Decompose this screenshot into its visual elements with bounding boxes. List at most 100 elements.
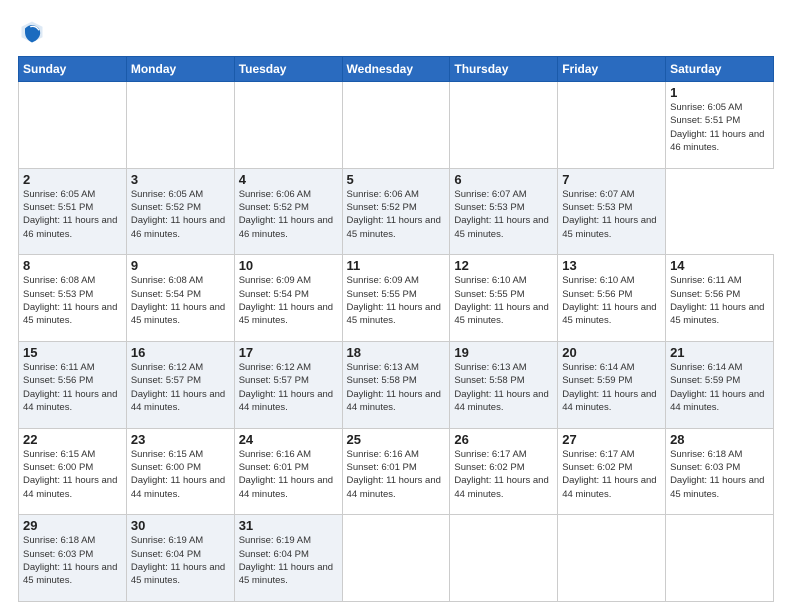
calendar-cell: 13Sunrise: 6:10 AMSunset: 5:56 PMDayligh… [558,255,666,342]
day-number: 7 [562,172,661,187]
calendar-cell: 31Sunrise: 6:19 AMSunset: 6:04 PMDayligh… [234,515,342,602]
day-header-wednesday: Wednesday [342,57,450,82]
day-info: Sunrise: 6:10 AMSunset: 5:56 PMDaylight:… [562,274,661,327]
calendar-week-2: 2Sunrise: 6:05 AMSunset: 5:51 PMDaylight… [19,168,774,255]
calendar-cell: 19Sunrise: 6:13 AMSunset: 5:58 PMDayligh… [450,341,558,428]
day-number: 9 [131,258,230,273]
day-number: 15 [23,345,122,360]
calendar-table: SundayMondayTuesdayWednesdayThursdayFrid… [18,56,774,602]
day-number: 6 [454,172,553,187]
calendar-cell: 14Sunrise: 6:11 AMSunset: 5:56 PMDayligh… [666,255,774,342]
day-number: 1 [670,85,769,100]
day-number: 26 [454,432,553,447]
calendar-cell: 1Sunrise: 6:05 AMSunset: 5:51 PMDaylight… [666,82,774,169]
day-number: 17 [239,345,338,360]
calendar-cell: 3Sunrise: 6:05 AMSunset: 5:52 PMDaylight… [126,168,234,255]
calendar-cell: 2Sunrise: 6:05 AMSunset: 5:51 PMDaylight… [19,168,127,255]
day-number: 12 [454,258,553,273]
calendar-cell [666,515,774,602]
calendar-cell: 10Sunrise: 6:09 AMSunset: 5:54 PMDayligh… [234,255,342,342]
calendar-cell [450,515,558,602]
calendar-cell: 22Sunrise: 6:15 AMSunset: 6:00 PMDayligh… [19,428,127,515]
day-info: Sunrise: 6:17 AMSunset: 6:02 PMDaylight:… [562,448,661,501]
day-info: Sunrise: 6:18 AMSunset: 6:03 PMDaylight:… [670,448,769,501]
day-info: Sunrise: 6:15 AMSunset: 6:00 PMDaylight:… [131,448,230,501]
calendar-cell: 15Sunrise: 6:11 AMSunset: 5:56 PMDayligh… [19,341,127,428]
day-number: 27 [562,432,661,447]
calendar-cell: 5Sunrise: 6:06 AMSunset: 5:52 PMDaylight… [342,168,450,255]
calendar-cell: 6Sunrise: 6:07 AMSunset: 5:53 PMDaylight… [450,168,558,255]
calendar-cell: 11Sunrise: 6:09 AMSunset: 5:55 PMDayligh… [342,255,450,342]
calendar-cell: 29Sunrise: 6:18 AMSunset: 6:03 PMDayligh… [19,515,127,602]
day-number: 23 [131,432,230,447]
day-info: Sunrise: 6:09 AMSunset: 5:54 PMDaylight:… [239,274,338,327]
calendar-cell: 26Sunrise: 6:17 AMSunset: 6:02 PMDayligh… [450,428,558,515]
day-info: Sunrise: 6:07 AMSunset: 5:53 PMDaylight:… [454,188,553,241]
calendar-cell: 25Sunrise: 6:16 AMSunset: 6:01 PMDayligh… [342,428,450,515]
calendar-cell: 4Sunrise: 6:06 AMSunset: 5:52 PMDaylight… [234,168,342,255]
day-info: Sunrise: 6:05 AMSunset: 5:51 PMDaylight:… [670,101,769,154]
day-number: 13 [562,258,661,273]
day-header-monday: Monday [126,57,234,82]
day-number: 30 [131,518,230,533]
page: SundayMondayTuesdayWednesdayThursdayFrid… [0,0,792,612]
calendar-cell: 28Sunrise: 6:18 AMSunset: 6:03 PMDayligh… [666,428,774,515]
day-info: Sunrise: 6:16 AMSunset: 6:01 PMDaylight:… [347,448,446,501]
day-number: 29 [23,518,122,533]
day-info: Sunrise: 6:15 AMSunset: 6:00 PMDaylight:… [23,448,122,501]
calendar-cell: 16Sunrise: 6:12 AMSunset: 5:57 PMDayligh… [126,341,234,428]
day-header-friday: Friday [558,57,666,82]
day-info: Sunrise: 6:16 AMSunset: 6:01 PMDaylight:… [239,448,338,501]
day-number: 19 [454,345,553,360]
day-number: 25 [347,432,446,447]
day-header-tuesday: Tuesday [234,57,342,82]
logo-icon [18,18,46,46]
calendar-cell: 30Sunrise: 6:19 AMSunset: 6:04 PMDayligh… [126,515,234,602]
day-number: 11 [347,258,446,273]
calendar-week-1: 1Sunrise: 6:05 AMSunset: 5:51 PMDaylight… [19,82,774,169]
header [18,18,774,46]
calendar-cell [450,82,558,169]
day-header-saturday: Saturday [666,57,774,82]
day-number: 4 [239,172,338,187]
day-number: 21 [670,345,769,360]
day-header-thursday: Thursday [450,57,558,82]
day-number: 8 [23,258,122,273]
day-info: Sunrise: 6:13 AMSunset: 5:58 PMDaylight:… [454,361,553,414]
day-info: Sunrise: 6:08 AMSunset: 5:54 PMDaylight:… [131,274,230,327]
day-number: 14 [670,258,769,273]
day-info: Sunrise: 6:05 AMSunset: 5:52 PMDaylight:… [131,188,230,241]
calendar-cell [126,82,234,169]
day-header-sunday: Sunday [19,57,127,82]
calendar-cell [342,515,450,602]
calendar-cell [234,82,342,169]
calendar-cell: 27Sunrise: 6:17 AMSunset: 6:02 PMDayligh… [558,428,666,515]
day-info: Sunrise: 6:09 AMSunset: 5:55 PMDaylight:… [347,274,446,327]
day-number: 22 [23,432,122,447]
day-info: Sunrise: 6:11 AMSunset: 5:56 PMDaylight:… [670,274,769,327]
calendar-week-4: 15Sunrise: 6:11 AMSunset: 5:56 PMDayligh… [19,341,774,428]
day-info: Sunrise: 6:08 AMSunset: 5:53 PMDaylight:… [23,274,122,327]
calendar-cell [19,82,127,169]
day-info: Sunrise: 6:07 AMSunset: 5:53 PMDaylight:… [562,188,661,241]
calendar-cell: 23Sunrise: 6:15 AMSunset: 6:00 PMDayligh… [126,428,234,515]
day-number: 2 [23,172,122,187]
calendar-cell: 17Sunrise: 6:12 AMSunset: 5:57 PMDayligh… [234,341,342,428]
day-info: Sunrise: 6:06 AMSunset: 5:52 PMDaylight:… [347,188,446,241]
calendar-cell: 12Sunrise: 6:10 AMSunset: 5:55 PMDayligh… [450,255,558,342]
day-info: Sunrise: 6:18 AMSunset: 6:03 PMDaylight:… [23,534,122,587]
calendar-week-6: 29Sunrise: 6:18 AMSunset: 6:03 PMDayligh… [19,515,774,602]
day-info: Sunrise: 6:13 AMSunset: 5:58 PMDaylight:… [347,361,446,414]
calendar-cell: 18Sunrise: 6:13 AMSunset: 5:58 PMDayligh… [342,341,450,428]
day-number: 31 [239,518,338,533]
calendar-cell [342,82,450,169]
calendar-cell: 8Sunrise: 6:08 AMSunset: 5:53 PMDaylight… [19,255,127,342]
day-info: Sunrise: 6:12 AMSunset: 5:57 PMDaylight:… [239,361,338,414]
day-info: Sunrise: 6:19 AMSunset: 6:04 PMDaylight:… [131,534,230,587]
calendar-week-3: 8Sunrise: 6:08 AMSunset: 5:53 PMDaylight… [19,255,774,342]
day-info: Sunrise: 6:11 AMSunset: 5:56 PMDaylight:… [23,361,122,414]
day-number: 10 [239,258,338,273]
calendar-cell: 7Sunrise: 6:07 AMSunset: 5:53 PMDaylight… [558,168,666,255]
day-info: Sunrise: 6:05 AMSunset: 5:51 PMDaylight:… [23,188,122,241]
calendar-header-row: SundayMondayTuesdayWednesdayThursdayFrid… [19,57,774,82]
